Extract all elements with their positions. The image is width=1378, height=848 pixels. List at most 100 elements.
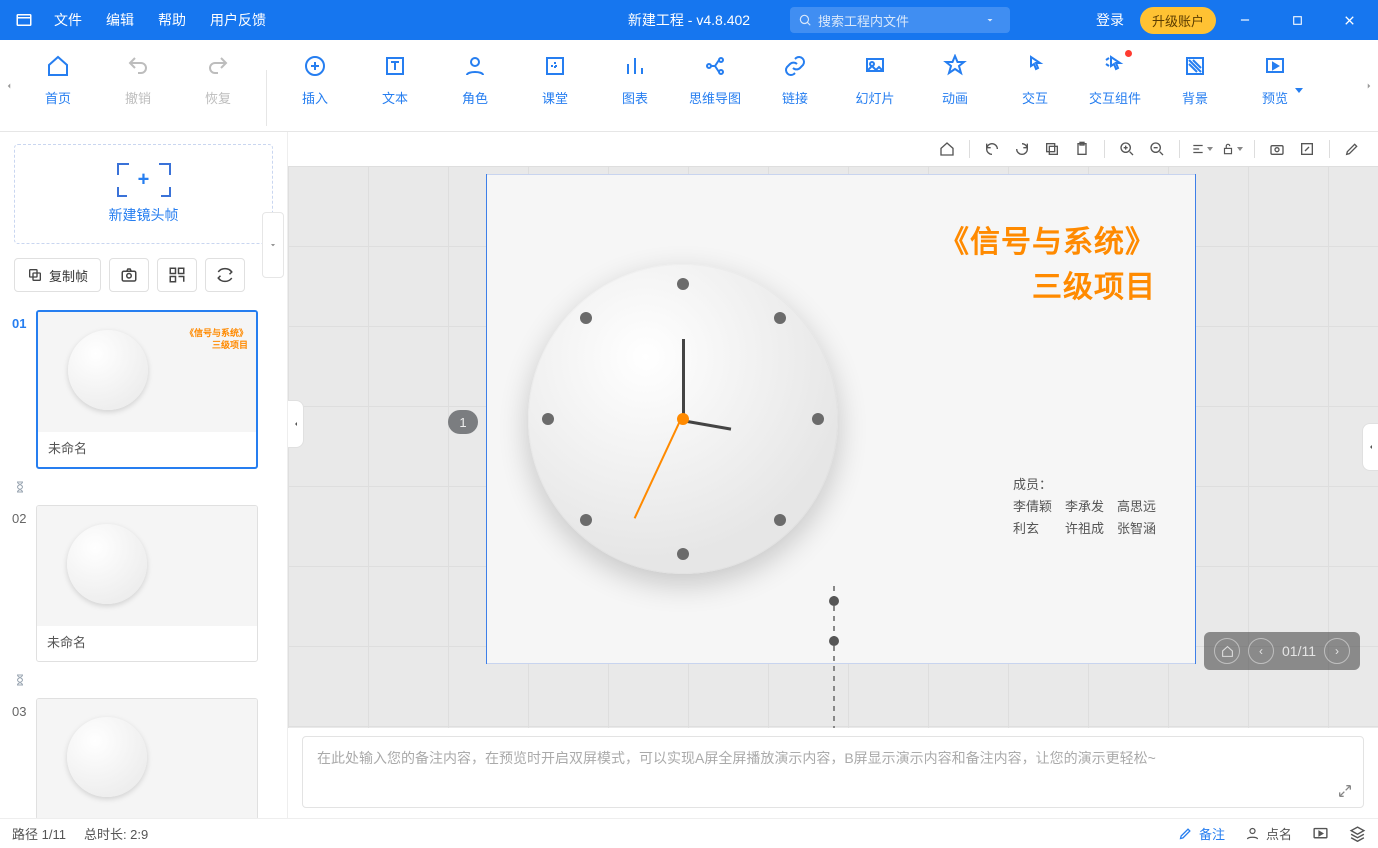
undo-icon <box>124 52 152 80</box>
notes-placeholder: 在此处输入您的备注内容，在预览时开启双屏模式，可以实现A屏全屏播放演示内容，B屏… <box>317 750 1156 766</box>
tool-class[interactable]: 课堂 <box>515 52 595 107</box>
qr-button[interactable] <box>157 258 197 292</box>
search-input[interactable]: 搜索工程内文件 <box>790 7 1010 33</box>
canvas-viewport[interactable]: 1 《信号与系统》 三级项目 成员： 李倩颖 李承发 高思远 利玄 <box>288 166 1378 728</box>
zoom-out-icon <box>1149 141 1165 157</box>
home-icon <box>939 141 955 157</box>
tool-home[interactable]: 首页 <box>18 52 98 107</box>
tool-plus[interactable]: 插入 <box>275 52 355 107</box>
menu-edit[interactable]: 编辑 <box>94 10 146 30</box>
slides-actions: 复制帧 <box>14 258 273 292</box>
slide-title-label: 未命名 <box>37 626 257 661</box>
slide-thumb[interactable]: 02 未命名 <box>14 505 273 662</box>
window-title: 新建工程 - v4.8.402 <box>628 10 750 30</box>
ribbon-scroll-right[interactable] <box>1360 40 1378 132</box>
path-node[interactable] <box>829 596 839 606</box>
window-close-button[interactable] <box>1326 0 1372 40</box>
title-bar: 文件 编辑 帮助 用户反馈 新建工程 - v4.8.402 搜索工程内文件 登录… <box>0 0 1378 40</box>
right-panel-collapse[interactable] <box>1362 423 1378 471</box>
nav-prev-button[interactable]: ‹ <box>1248 638 1274 664</box>
page-indicator: 01/11 <box>1282 643 1316 659</box>
loop-button[interactable] <box>205 258 245 292</box>
tool-mindmap[interactable]: 思维导图 <box>675 52 755 107</box>
upgrade-button[interactable]: 升级账户 <box>1140 7 1216 34</box>
status-present-button[interactable] <box>1312 825 1329 842</box>
slide-frame[interactable]: 《信号与系统》 三级项目 成员： 李倩颖 李承发 高思远 利玄 许祖成 张智涵 <box>486 174 1196 664</box>
home-icon <box>1221 645 1234 658</box>
slide-title: 《信号与系统》 三级项目 <box>939 220 1156 310</box>
window-minimize-button[interactable] <box>1222 0 1268 40</box>
status-rollcall-button[interactable]: 点名 <box>1245 824 1292 843</box>
widget-icon <box>1101 52 1129 80</box>
canvas-toolbar <box>288 132 1378 166</box>
ribbon-scroll-left[interactable] <box>0 40 18 132</box>
status-bar: 路径 1/11 总时长: 2:9 备注 点名 <box>0 818 1378 848</box>
window-maximize-button[interactable] <box>1274 0 1320 40</box>
fit-button[interactable] <box>1293 136 1321 162</box>
menu-feedback[interactable]: 用户反馈 <box>198 10 278 30</box>
search-dropdown-icon[interactable] <box>984 14 996 26</box>
canvas-paste[interactable] <box>1068 136 1096 162</box>
lock-dropdown[interactable] <box>1218 136 1246 162</box>
tool-chart[interactable]: 图表 <box>595 52 675 107</box>
zoom-out-button[interactable] <box>1143 136 1171 162</box>
new-frame-dropdown[interactable] <box>262 212 284 278</box>
tool-slides[interactable]: 幻灯片 <box>835 52 915 107</box>
menu-file[interactable]: 文件 <box>42 10 94 30</box>
fit-icon <box>1299 141 1315 157</box>
slide-number: 02 <box>12 511 32 526</box>
path-node[interactable] <box>829 636 839 646</box>
align-icon <box>1191 142 1205 156</box>
tool-text[interactable]: 文本 <box>355 52 435 107</box>
nav-home-button[interactable] <box>1214 638 1240 664</box>
slide-thumb[interactable]: 03 <box>14 698 273 818</box>
snapshot-button[interactable] <box>1263 136 1291 162</box>
tool-label: 背景 <box>1182 88 1208 107</box>
notes-row: 在此处输入您的备注内容，在预览时开启双屏模式，可以实现A屏全屏播放演示内容，B屏… <box>288 728 1378 818</box>
tool-person[interactable]: 角色 <box>435 52 515 107</box>
clock-illustration <box>528 264 838 574</box>
new-frame-button[interactable]: + 新建镜头帧 <box>14 144 273 244</box>
menu-help[interactable]: 帮助 <box>146 10 198 30</box>
tool-preview[interactable]: 预览 <box>1235 52 1315 107</box>
canvas-rotate-right[interactable] <box>1008 136 1036 162</box>
expand-icon <box>1337 783 1353 799</box>
zoom-in-button[interactable] <box>1113 136 1141 162</box>
tool-label: 撤销 <box>125 88 151 107</box>
slide-title-label: 未命名 <box>38 432 256 467</box>
search-icon <box>798 13 812 27</box>
tool-link[interactable]: 链接 <box>755 52 835 107</box>
frame-focus-icon: + <box>117 163 171 197</box>
mindmap-icon <box>701 52 729 80</box>
canvas-copy[interactable] <box>1038 136 1066 162</box>
align-dropdown[interactable] <box>1188 136 1216 162</box>
status-layers-button[interactable] <box>1349 825 1366 842</box>
canvas-rotate-left[interactable] <box>978 136 1006 162</box>
tool-interact[interactable]: 交互 <box>995 52 1075 107</box>
hourglass-icon <box>14 670 273 698</box>
status-remark-button[interactable]: 备注 <box>1178 824 1225 843</box>
notes-expand-button[interactable] <box>1337 783 1353 799</box>
slide-preview <box>37 506 257 626</box>
nav-next-button[interactable]: › <box>1324 638 1350 664</box>
layers-icon <box>1349 825 1366 842</box>
copy-frame-button[interactable]: 复制帧 <box>14 258 101 292</box>
camera-icon <box>120 266 138 284</box>
tool-widget[interactable]: 交互组件 <box>1075 52 1155 107</box>
tool-anim[interactable]: 动画 <box>915 52 995 107</box>
text-icon <box>381 52 409 80</box>
capture-button[interactable] <box>109 258 149 292</box>
hourglass-icon <box>14 477 273 505</box>
canvas-home-button[interactable] <box>933 136 961 162</box>
notes-textarea[interactable]: 在此处输入您的备注内容，在预览时开启双屏模式，可以实现A屏全屏播放演示内容，B屏… <box>302 736 1364 808</box>
slide-thumb[interactable]: 01《信号与系统》三级项目未命名 <box>14 310 273 469</box>
slides-panel-collapse[interactable] <box>288 400 304 448</box>
login-button[interactable]: 登录 <box>1086 10 1134 30</box>
copy-icon <box>27 267 43 283</box>
tool-label: 恢复 <box>205 88 231 107</box>
plus-icon <box>301 52 329 80</box>
close-icon <box>1342 13 1357 28</box>
tool-bg[interactable]: 背景 <box>1155 52 1235 107</box>
minimize-icon <box>1238 13 1252 27</box>
edit-pen-button[interactable] <box>1338 136 1366 162</box>
